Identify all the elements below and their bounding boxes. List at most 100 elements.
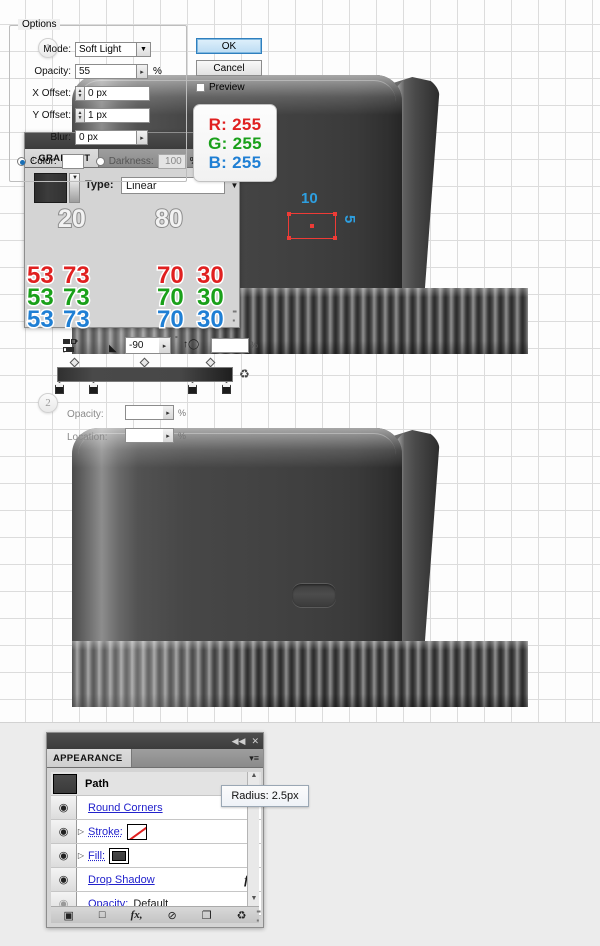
gradient-opacity-input[interactable] [125,405,165,420]
appearance-row-label[interactable]: Stroke: [85,826,123,838]
visibility-eye-icon[interactable]: ◉ [51,820,77,843]
blur-input[interactable]: 0 px [75,130,137,145]
mode-chevron-down-icon[interactable]: ▼ [137,42,151,57]
appearance-row-label[interactable]: Fill: [85,850,105,862]
rgb-readout-box: R: 255 G: 255 B: 255 [193,104,277,182]
stroke-none-swatch[interactable] [126,823,147,840]
mode-select[interactable]: Soft Light [75,42,137,57]
opacity-stepper-icon[interactable]: ▸ [137,64,148,79]
scroll-up-icon[interactable]: ▲ [248,772,260,784]
reverse-gradient-icon[interactable] [63,339,79,353]
x-offset-label: X Offset: [32,88,71,99]
degree-symbol: ° [175,336,178,343]
delete-stop-icon[interactable]: ♻ [239,367,250,381]
overlay-b-3: 30 [196,305,226,335]
add-new-fill-icon[interactable]: □ [99,909,106,921]
gradient-angle-stepper[interactable]: ▸ [159,337,171,354]
disclosure-triangle-icon[interactable]: ▷ [77,851,85,860]
anchor-center [310,224,314,228]
gradient-aspect-input[interactable] [211,338,249,353]
field-y-offset[interactable]: Y Offset: ▲ ▼ 1 px [17,108,150,123]
overlay-b-0: 53 [26,305,56,335]
step-badge-2: 2 [38,393,58,413]
gradient-angle-input[interactable]: -90 [125,337,163,354]
visibility-eye-icon[interactable]: ◉ [51,796,77,819]
close-icon[interactable]: ✕ [251,736,259,746]
angle-icon: ◣ [109,343,117,354]
mode-label: Mode: [43,44,71,55]
overlay-location-80: 80 [154,204,184,234]
annotation-height-5: 5 [341,215,358,224]
overlay-b-2: 70 [156,305,186,335]
gradient-location-input[interactable] [125,428,165,443]
preview-checkbox-row[interactable]: Preview [196,82,245,93]
cancel-button[interactable]: Cancel [196,60,262,76]
x-offset-input[interactable]: 0 px [84,86,150,101]
visibility-eye-icon[interactable]: ◉ [51,844,77,867]
anchor-top-left [287,212,291,216]
aspect-percent-label: % [250,340,259,350]
add-new-effect-icon[interactable]: fx, [131,909,143,921]
gradient-location-percent: % [178,431,187,441]
clear-appearance-icon[interactable]: ⊘ [167,909,176,922]
overlay-location-20: 20 [57,204,87,234]
field-mode[interactable]: Mode: Soft Light ▼ [17,42,151,57]
appearance-footer-toolbar[interactable]: ▣ □ fx, ⊘ ❐ ♻ [51,906,259,923]
add-new-stroke-icon[interactable]: ▣ [64,909,74,922]
field-x-offset[interactable]: X Offset: ▲ ▼ 0 px [17,86,150,101]
anchor-top-right [333,212,337,216]
gradient-location-stepper[interactable]: ▸ [163,428,174,443]
gradient-opacity-stepper[interactable]: ▸ [163,405,174,420]
ok-button[interactable]: OK [196,38,262,54]
opacity-label: Opacity: [34,66,71,77]
field-blur[interactable]: Blur: 0 px ▸ [17,130,148,145]
appearance-row-label[interactable]: Drop Shadow [85,874,155,886]
tab-appearance[interactable]: APPEARANCE [47,749,132,767]
fill-color-swatch[interactable] [109,847,130,864]
color-label: Color: [30,156,57,167]
gradient-slider-track[interactable] [57,367,233,382]
y-offset-label: Y Offset: [32,110,71,121]
opacity-input[interactable]: 55 [75,64,137,79]
appearance-panel-titlebar[interactable]: ◀◀ ✕ [47,733,263,749]
opacity-percent-label: % [153,66,162,77]
overlay-b-1: 73 [62,305,92,335]
blur-stepper-icon[interactable]: ▸ [137,130,148,145]
gradient-opacity-percent: % [178,408,187,418]
panel-resize-grip[interactable]: ▪▪ ▪ [256,907,261,925]
darkness-input[interactable]: 100 [157,154,186,169]
disclosure-triangle-icon[interactable]: ▷ [77,827,85,836]
y-offset-input[interactable]: 1 px [84,108,150,123]
appearance-row-fill[interactable]: ◉ ▷ Fill: [51,844,261,868]
appearance-row-stroke[interactable]: ◉ ▷ Stroke: [51,820,261,844]
field-opacity[interactable]: Opacity: 55 ▸ % [17,64,162,79]
preview-label: Preview [209,82,245,93]
appearance-panel-tabbar[interactable]: APPEARANCE ▾≡ [47,749,263,768]
delete-item-icon[interactable]: ♻ [237,909,247,922]
color-radio[interactable] [17,157,26,166]
annotation-width-10: 10 [301,190,318,207]
duplicate-item-icon[interactable]: ❐ [202,909,212,922]
panel-menu-icon[interactable]: ▾≡ [249,749,263,767]
rgb-green-line: G: 255 [208,133,262,153]
panel-resize-grip[interactable]: ▪▪ ▪ [232,307,237,325]
tab-appearance-label: APPEARANCE [53,752,123,764]
aspect-ratio-icon: ↑◯ [183,339,200,350]
appearance-row-drop-shadow[interactable]: ◉ Drop Shadow fx [51,868,261,892]
field-color-darkness[interactable]: Color: Darkness: 100 % [17,154,199,169]
color-swatch[interactable] [61,154,84,169]
visibility-eye-icon[interactable]: ◉ [51,868,77,891]
gradient-location-label: Location: [67,432,108,443]
options-legend: Options [18,19,61,30]
appearance-row-label: Path [85,777,109,790]
collapse-icon[interactable]: ◀◀ [232,736,246,746]
path-thumbnail [53,773,77,794]
preview-checkbox[interactable] [196,83,205,92]
darkness-radio[interactable] [95,157,105,166]
y-offset-spinner-icon[interactable]: ▲ ▼ [75,108,84,123]
app-root: 1 10 5 2 ◀◀ ✕ ↕ GRADIENT [0,0,600,946]
appearance-panel[interactable]: ◀◀ ✕ APPEARANCE ▾≡ Path ◉ Round Corners … [46,732,309,928]
appearance-row-label[interactable]: Round Corners [85,802,163,814]
gradient-opacity-label: Opacity: [67,409,104,420]
x-offset-spinner-icon[interactable]: ▲ ▼ [75,86,84,101]
